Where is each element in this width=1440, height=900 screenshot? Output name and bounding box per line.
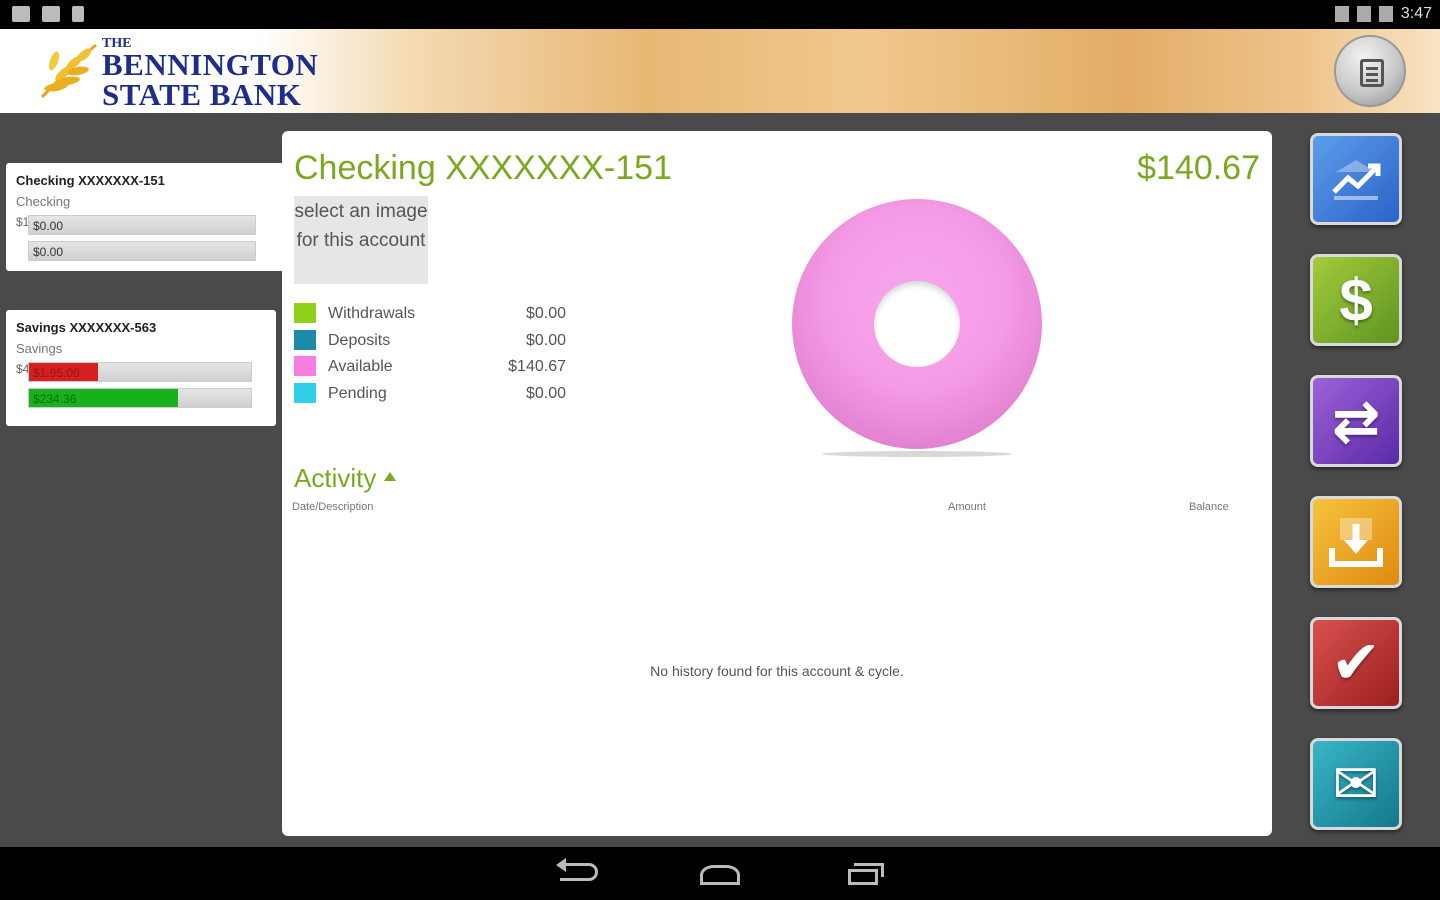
legend-label: Available — [328, 358, 393, 375]
available-bar-row: $234.36 — [16, 386, 266, 408]
legend-swatch — [294, 303, 316, 323]
account-balance: $140.67 — [1137, 149, 1260, 187]
select-image-button[interactable]: select an image for this account — [294, 196, 428, 284]
balance-bar-row: $4 $1.95.00 — [16, 360, 266, 382]
dollar-icon: $ — [1339, 266, 1373, 334]
account-name: Checking XXXXXXX-151 — [16, 173, 165, 188]
deposit-button[interactable] — [1310, 496, 1402, 588]
lock-logout-button[interactable] — [1334, 35, 1406, 107]
available-bar-row: $0.00 — [16, 239, 276, 261]
accounts-chart-icon — [1332, 160, 1381, 200]
bill-pay-check-icon: ✔ — [1330, 629, 1382, 696]
legend-swatch — [294, 382, 316, 403]
bank-name: THE BENNINGTON STATE BANK — [102, 36, 319, 112]
activity-title: Activity — [294, 463, 377, 493]
home-button[interactable] — [700, 865, 740, 885]
column-header-balance: Balance — [1189, 501, 1229, 513]
donut-shadow — [822, 451, 1012, 457]
legend-label: Deposits — [328, 331, 391, 349]
wifi-icon — [1356, 6, 1371, 22]
screenshot-notification-icon — [12, 6, 30, 22]
legend-item-withdrawals: Withdrawals $0.00 — [294, 301, 566, 328]
legend-item-available: Available $140.67 — [294, 354, 566, 381]
legend-value: $0.00 — [525, 305, 566, 322]
column-header-date: Date/Description — [292, 501, 374, 513]
legend-value: $0.00 — [525, 331, 566, 349]
notification-icons — [12, 6, 84, 22]
available-bar: $0.00 — [28, 241, 256, 261]
legend-value: $140.67 — [508, 358, 566, 375]
content-area: Checking XXXXXXX-151 Checking $1 $0.00 $… — [0, 113, 1440, 847]
balance-bar: $0.00 — [28, 215, 256, 235]
account-name: Savings XXXXXXX-563 — [16, 320, 157, 335]
available-bar-label: $234.36 — [33, 392, 77, 406]
mail-notification-icon — [42, 6, 60, 22]
balance-bar-label: $0.00 — [33, 219, 64, 233]
balance-bar-row: $1 $0.00 — [16, 213, 276, 235]
payments-button[interactable]: $ — [1310, 254, 1402, 346]
bank-logo[interactable]: THE BENNINGTON STATE BANK — [34, 35, 324, 111]
legend-swatch — [294, 356, 316, 376]
bluetooth-icon — [1334, 6, 1349, 22]
donut-hole — [874, 281, 960, 367]
back-arrow-icon — [556, 858, 566, 872]
column-header-amount: Amount — [948, 501, 986, 513]
bill-pay-button[interactable]: ✔ — [1310, 617, 1402, 709]
legend-swatch — [294, 329, 316, 350]
wheat-icon — [40, 43, 97, 99]
caret-up-icon — [384, 472, 397, 481]
balance-donut-chart — [792, 199, 1044, 457]
system-nav-bar — [0, 847, 1440, 900]
account-type: Savings — [16, 341, 63, 356]
bank-name-line1: BENNINGTON — [102, 47, 319, 83]
battery-icon — [1378, 6, 1393, 22]
empty-activity-message: No history found for this account & cycl… — [650, 663, 904, 679]
recent-apps-button[interactable] — [848, 869, 878, 885]
balance-bar-label: $1.95.00 — [33, 366, 80, 380]
legend-item-pending: Pending $0.00 — [294, 381, 566, 408]
legend-value: $0.00 — [525, 384, 566, 402]
contact-icon: ✉ — [1332, 752, 1380, 815]
legend-item-deposits: Deposits $0.00 — [294, 328, 566, 355]
account-type: Checking — [16, 194, 71, 209]
status-bar: 3:47 — [0, 0, 1440, 29]
account-card-checking[interactable]: Checking XXXXXXX-151 Checking $1 $0.00 $… — [6, 163, 286, 271]
available-bar: $234.36 — [28, 388, 252, 408]
legend-label: Pending — [328, 384, 387, 402]
clock: 3:47 — [1400, 5, 1432, 22]
available-bar-label: $0.00 — [33, 245, 64, 259]
contact-button[interactable]: ✉ — [1310, 738, 1402, 830]
download-notification-icon — [72, 6, 84, 22]
account-card-savings[interactable]: Savings XXXXXXX-563 Savings $4 $1.95.00 … — [6, 310, 276, 426]
app-header: THE BENNINGTON STATE BANK — [0, 29, 1440, 113]
transfer-button[interactable]: ⇄ — [1310, 375, 1402, 467]
account-title: Checking XXXXXXX-151 — [294, 149, 672, 187]
system-icons: 3:47 — [1334, 5, 1432, 23]
legend-label: Withdrawals — [328, 305, 416, 322]
balance-bar: $1.95.00 — [28, 362, 252, 382]
deposit-icon — [1329, 518, 1383, 567]
transfer-icon: ⇄ — [1331, 389, 1381, 454]
account-detail-panel: Checking XXXXXXX-151 $140.67 select an i… — [282, 131, 1272, 836]
balance-legend: Withdrawals $0.00 Deposits $0.00 Availab… — [294, 301, 566, 407]
menu-list-icon — [1360, 59, 1384, 87]
activity-toggle[interactable]: Activity — [294, 463, 397, 494]
accounts-button[interactable] — [1310, 133, 1402, 225]
bank-name-line2: STATE BANK — [102, 76, 302, 112]
